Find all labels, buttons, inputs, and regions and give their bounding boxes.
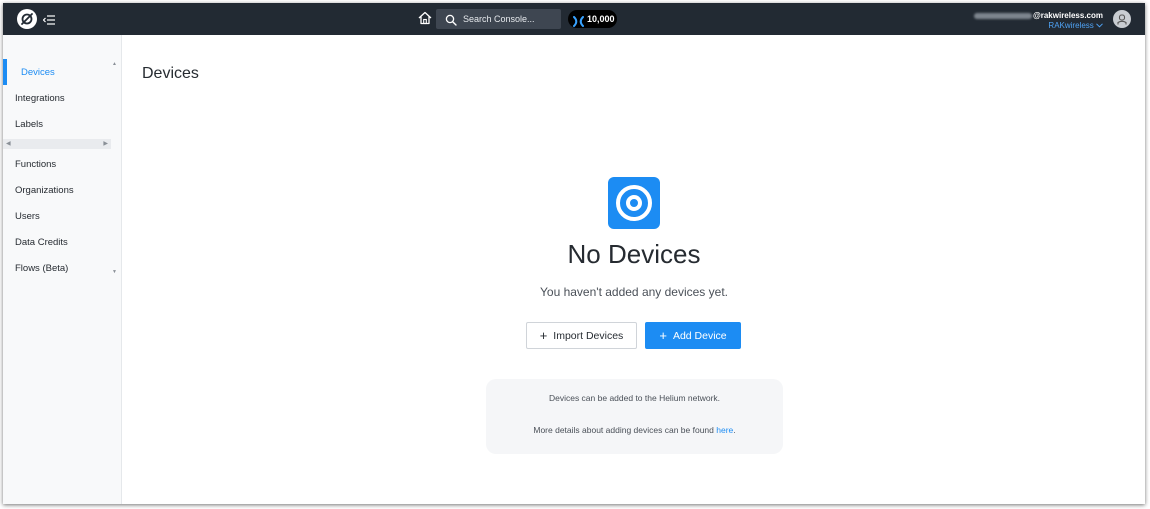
sidebar-item-label: Labels: [15, 118, 43, 130]
user-avatar-icon[interactable]: [1113, 10, 1131, 28]
redacted-email-user: [973, 12, 1032, 19]
home-icon[interactable]: [417, 10, 433, 26]
sidebar-horizontal-scrollbar[interactable]: ◀ ▶: [3, 139, 111, 149]
sidebar-item-label: Flows (Beta): [15, 262, 69, 274]
plus-icon: +: [539, 328, 548, 343]
app-window: Search Console... 10,000 @rakwireless.co…: [3, 3, 1145, 504]
import-devices-label: Import Devices: [553, 329, 624, 342]
user-email-domain: @rakwireless.com: [1032, 11, 1103, 20]
info-text-details: More details about adding devices can be…: [486, 425, 783, 435]
scroll-down-icon[interactable]: ▼: [112, 269, 117, 275]
plus-icon: +: [659, 328, 667, 343]
sidebar-item-functions[interactable]: Functions: [3, 151, 111, 177]
main-content: Devices No Devices You haven't added any…: [122, 35, 1145, 504]
info-box: Devices can be added to the Helium netwo…: [486, 379, 783, 454]
sidebar-item-label: Functions: [15, 158, 57, 170]
search-input[interactable]: Search Console...: [436, 9, 561, 29]
search-icon: [445, 13, 457, 26]
org-name: RAKwireless: [1048, 21, 1094, 30]
user-email[interactable]: @rakwireless.com: [973, 11, 1103, 20]
empty-state-heading: No Devices: [567, 239, 701, 269]
add-device-label: Add Device: [672, 329, 727, 342]
scroll-up-icon[interactable]: ▲: [112, 61, 117, 67]
data-credits-badge[interactable]: 10,000: [568, 10, 617, 28]
import-devices-button[interactable]: + Import Devices: [526, 322, 637, 349]
scroll-right-icon[interactable]: ▶: [103, 140, 108, 147]
chevron-down-icon: [1096, 21, 1103, 30]
active-indicator: [3, 59, 7, 85]
org-switcher[interactable]: RAKwireless: [1048, 21, 1103, 30]
sidebar: Devices Integrations Labels ◀ ▶ Function…: [3, 35, 122, 504]
info-text-suffix: .: [733, 425, 736, 435]
sidebar-item-labels[interactable]: Labels: [3, 111, 111, 137]
scroll-left-icon[interactable]: ◀: [6, 140, 11, 147]
info-text-prefix: More details about adding devices can be…: [533, 425, 717, 435]
helium-logo-icon[interactable]: [17, 9, 37, 29]
search-placeholder: Search Console...: [463, 14, 535, 24]
here-link[interactable]: here: [716, 425, 733, 435]
sidebar-item-label: Integrations: [15, 92, 65, 104]
menu-collapse-icon[interactable]: [42, 13, 55, 25]
info-text-network: Devices can be added to the Helium netwo…: [548, 393, 721, 403]
sidebar-item-flows[interactable]: Flows (Beta): [3, 255, 111, 281]
sidebar-item-label: Users: [15, 210, 40, 222]
add-device-button[interactable]: + Add Device: [645, 322, 741, 349]
device-target-icon: [608, 177, 660, 229]
sidebar-item-organizations[interactable]: Organizations: [3, 177, 111, 203]
data-credits-icon: [573, 14, 584, 27]
sidebar-item-devices[interactable]: Devices: [3, 59, 111, 85]
data-credits-count: 10,000: [587, 14, 615, 24]
sidebar-item-users[interactable]: Users: [3, 203, 111, 229]
sidebar-item-label: Organizations: [15, 184, 74, 196]
top-bar: Search Console... 10,000 @rakwireless.co…: [3, 3, 1145, 35]
sidebar-item-label: Data Credits: [15, 236, 68, 248]
empty-state-subtext: You haven't added any devices yet.: [540, 285, 728, 299]
sidebar-item-data-credits[interactable]: Data Credits: [3, 229, 111, 255]
page-title: Devices: [142, 65, 199, 82]
sidebar-item-integrations[interactable]: Integrations: [3, 85, 111, 111]
sidebar-item-label: Devices: [21, 66, 55, 78]
